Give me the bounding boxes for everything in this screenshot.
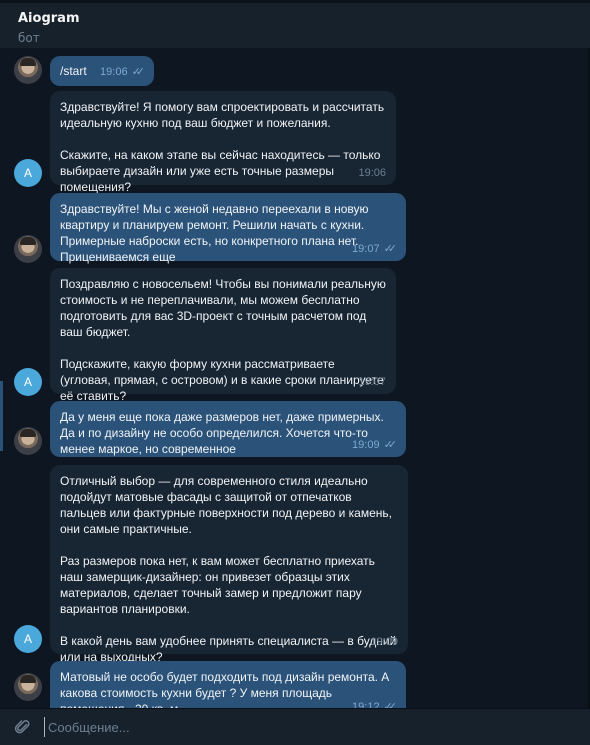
message-text: Отличный выбор — для современного стиля …	[60, 474, 397, 664]
message-meta: 19:09 ✓✓	[352, 437, 398, 453]
message-bubble[interactable]: /start 19:06 ✓✓	[50, 56, 154, 86]
message-time: 19:06	[358, 167, 386, 179]
message-bubble[interactable]: Отличный выбор — для современного стиля …	[50, 465, 408, 664]
message-bubble[interactable]: Да у меня еще пока даже размеров нет, да…	[50, 401, 406, 457]
scroll-indicator	[0, 381, 3, 451]
double-check-icon: ✓✓	[383, 439, 398, 451]
double-check-icon: ✓✓	[383, 243, 398, 255]
message-list[interactable]: /start 19:06 ✓✓ A Здравствуйте! Я помогу…	[0, 48, 590, 708]
message-meta: 19:12 ✓✓	[352, 699, 398, 708]
message-text: Здравствуйте! Мы с женой недавно перееха…	[60, 202, 372, 264]
message-text: Поздравляю с новосельем! Чтобы вы понима…	[60, 277, 386, 403]
message-text: Здравствуйте! Я помогу вам спроектироват…	[60, 100, 385, 194]
bot-avatar[interactable]: A	[14, 368, 42, 396]
composer	[0, 708, 590, 745]
user-avatar[interactable]	[14, 673, 42, 701]
double-check-icon: ✓✓	[131, 66, 146, 78]
message-time: 19:09	[370, 636, 398, 648]
message-meta: 19:09	[370, 634, 398, 650]
chat-header[interactable]: Aiogram бот	[0, 0, 590, 48]
message-time: 19:06	[100, 66, 128, 78]
message-time: 19:09	[352, 439, 380, 451]
user-avatar[interactable]	[14, 56, 42, 84]
message-time: 19:07	[352, 243, 380, 255]
message-text: Да у меня еще пока даже размеров нет, да…	[60, 410, 388, 456]
bot-avatar[interactable]: A	[14, 159, 42, 187]
message-bubble[interactable]: Поздравляю с новосельем! Чтобы вы понима…	[50, 268, 396, 403]
paperclip-icon[interactable]	[14, 718, 32, 736]
message-meta: 19:07 ✓✓	[352, 241, 398, 257]
chat-subtitle: бот	[18, 31, 40, 45]
bot-avatar[interactable]: A	[14, 625, 42, 653]
chat-title: Aiogram	[18, 11, 80, 26]
message-time: 19:12	[352, 701, 380, 708]
message-bubble[interactable]: Матовый не особо будет подходить под диз…	[50, 661, 406, 708]
message-meta: 19:06 ✓✓	[100, 64, 146, 80]
message-meta: 19:07	[358, 374, 386, 390]
message-time: 19:07	[358, 376, 386, 388]
user-avatar[interactable]	[14, 427, 42, 455]
message-text: /start	[60, 64, 87, 78]
message-bubble[interactable]: Здравствуйте! Мы с женой недавно перееха…	[50, 193, 406, 264]
double-check-icon: ✓✓	[383, 701, 398, 708]
message-bubble[interactable]: Здравствуйте! Я помогу вам спроектироват…	[50, 91, 396, 194]
user-avatar[interactable]	[14, 235, 42, 263]
message-text: Матовый не особо будет подходить под диз…	[60, 670, 390, 708]
message-meta: 19:06	[358, 165, 386, 181]
message-input[interactable]	[44, 717, 544, 737]
